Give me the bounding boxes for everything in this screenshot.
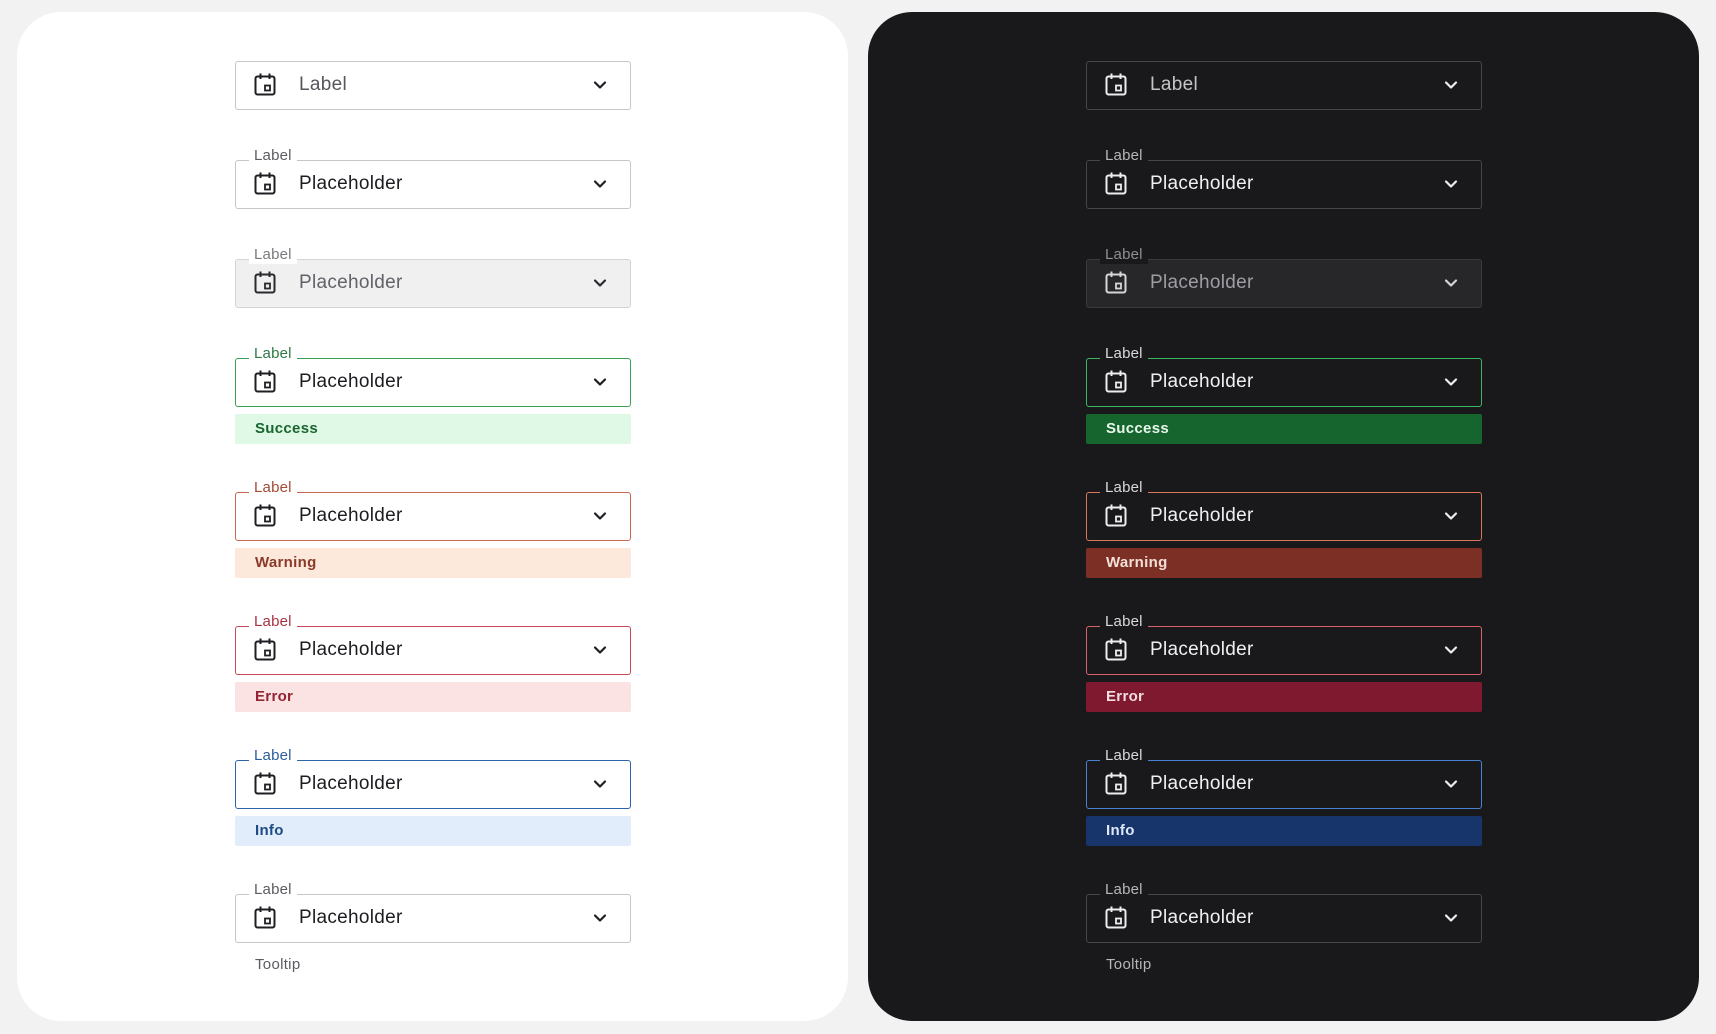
success-message: Success — [235, 414, 631, 444]
select-value: Placeholder — [1150, 173, 1254, 194]
chevron-down-icon[interactable] — [1444, 79, 1458, 91]
info-message: Info — [1086, 816, 1482, 846]
select-box[interactable] — [235, 61, 631, 110]
select-value: Placeholder — [1150, 272, 1254, 293]
select-value: Label — [1150, 74, 1198, 95]
field-label: Label — [1100, 613, 1148, 631]
tooltip-text: Tooltip — [1106, 956, 1152, 973]
select-value: Placeholder — [1150, 773, 1254, 794]
field-label: Label — [249, 147, 297, 165]
field-label: Label — [1100, 479, 1148, 497]
chevron-down-icon[interactable] — [1444, 644, 1458, 656]
calendar-icon — [254, 370, 276, 393]
chevron-down-icon[interactable] — [593, 178, 607, 190]
select-box[interactable] — [1086, 492, 1482, 541]
chevron-down-icon[interactable] — [593, 376, 607, 388]
field-label: Label — [1100, 147, 1148, 165]
chevron-down-icon[interactable] — [593, 510, 607, 522]
calendar-icon — [1105, 772, 1127, 795]
calendar-icon — [1105, 906, 1127, 929]
field-label: Label — [249, 345, 297, 363]
field-label: Label — [249, 613, 297, 631]
warning-message: Warning — [235, 548, 631, 578]
tooltip-text: Tooltip — [255, 956, 301, 973]
calendar-icon — [254, 172, 276, 195]
field-label: Label — [1100, 881, 1148, 899]
field-label: Label — [249, 479, 297, 497]
select-value: Placeholder — [299, 272, 403, 293]
select-box[interactable] — [1086, 626, 1482, 675]
chevron-down-icon[interactable] — [1444, 510, 1458, 522]
calendar-icon — [1105, 172, 1127, 195]
select-value: Placeholder — [299, 639, 403, 660]
select-value: Placeholder — [1150, 505, 1254, 526]
calendar-icon — [254, 271, 276, 294]
select-box[interactable] — [235, 492, 631, 541]
field-label: Label — [249, 881, 297, 899]
calendar-icon — [1105, 73, 1127, 96]
error-message: Error — [235, 682, 631, 712]
select-box[interactable] — [235, 894, 631, 943]
field-label: Label — [1100, 345, 1148, 363]
chevron-down-icon[interactable] — [1444, 912, 1458, 924]
select-box[interactable] — [1086, 894, 1482, 943]
select-value: Placeholder — [299, 773, 403, 794]
select-value: Placeholder — [299, 505, 403, 526]
select-box[interactable] — [1086, 760, 1482, 809]
select-value: Placeholder — [299, 371, 403, 392]
calendar-icon — [254, 906, 276, 929]
select-value: Label — [299, 74, 347, 95]
success-message: Success — [1086, 414, 1482, 444]
chevron-down-icon[interactable] — [1444, 178, 1458, 190]
calendar-icon — [1105, 370, 1127, 393]
select-box[interactable] — [235, 358, 631, 407]
error-message: Error — [1086, 682, 1482, 712]
select-value: Placeholder — [1150, 371, 1254, 392]
select-box[interactable] — [1086, 61, 1482, 110]
field-label: Label — [1100, 747, 1148, 765]
calendar-icon — [254, 73, 276, 96]
calendar-icon — [254, 504, 276, 527]
select-box[interactable] — [1086, 160, 1482, 209]
select-box[interactable] — [235, 626, 631, 675]
select-box[interactable] — [235, 160, 631, 209]
dark-theme-panel: Label Label Placeholder Label Placeholde… — [868, 12, 1699, 1021]
chevron-down-icon[interactable] — [593, 79, 607, 91]
select-value: Placeholder — [299, 173, 403, 194]
select-box — [235, 259, 631, 308]
warning-message: Warning — [1086, 548, 1482, 578]
field-label: Label — [249, 747, 297, 765]
chevron-down-icon — [1444, 277, 1458, 289]
calendar-icon — [254, 772, 276, 795]
calendar-icon — [1105, 271, 1127, 294]
select-value: Placeholder — [1150, 907, 1254, 928]
calendar-icon — [1105, 504, 1127, 527]
select-value: Placeholder — [1150, 639, 1254, 660]
chevron-down-icon[interactable] — [593, 778, 607, 790]
chevron-down-icon — [593, 277, 607, 289]
select-box — [1086, 259, 1482, 308]
chevron-down-icon[interactable] — [593, 644, 607, 656]
light-theme-panel: Label Label Placeholder Label Placeholde… — [17, 12, 848, 1021]
select-value: Placeholder — [299, 907, 403, 928]
field-label: Label — [1100, 246, 1148, 264]
select-box[interactable] — [235, 760, 631, 809]
calendar-icon — [254, 638, 276, 661]
calendar-icon — [1105, 638, 1127, 661]
select-box[interactable] — [1086, 358, 1482, 407]
info-message: Info — [235, 816, 631, 846]
chevron-down-icon[interactable] — [593, 912, 607, 924]
chevron-down-icon[interactable] — [1444, 376, 1458, 388]
chevron-down-icon[interactable] — [1444, 778, 1458, 790]
field-label: Label — [249, 246, 297, 264]
